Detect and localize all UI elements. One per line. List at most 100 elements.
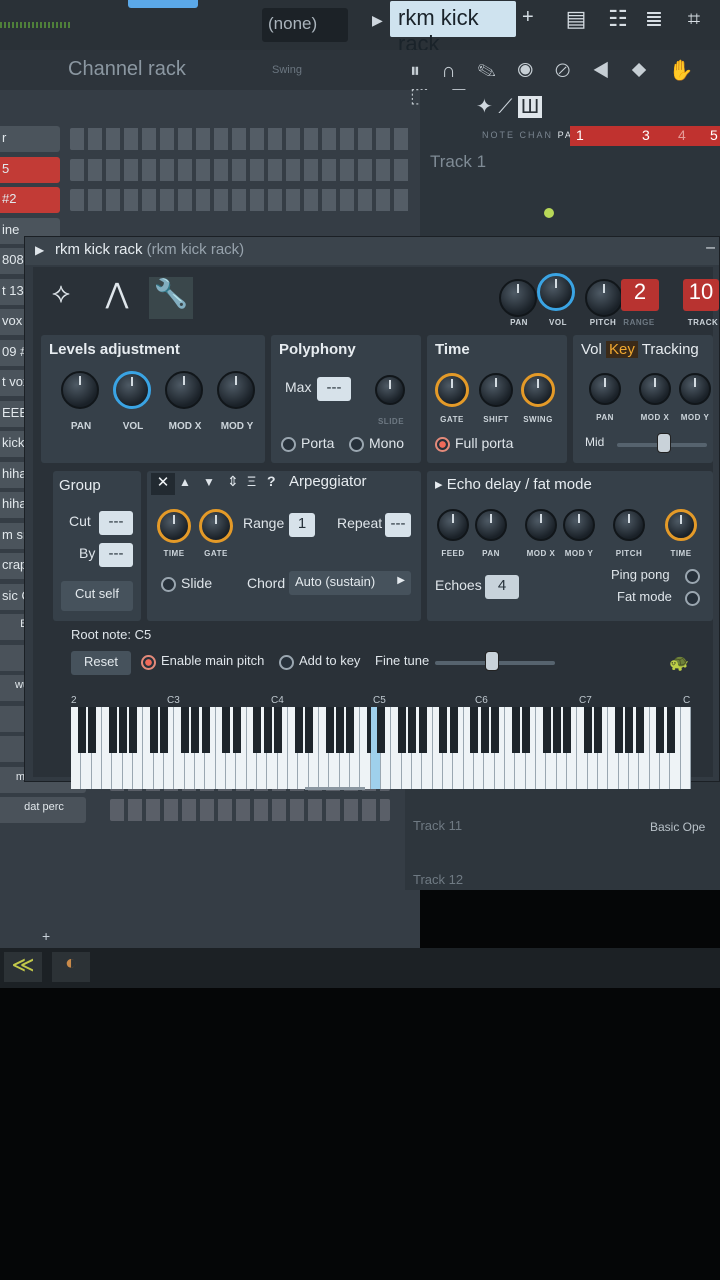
- white-key[interactable]: [133, 707, 144, 789]
- chord-dropdown[interactable]: Auto (sustain) ▶: [289, 571, 411, 595]
- add-channel-button[interactable]: +: [42, 928, 50, 944]
- channel-button[interactable]: #2: [0, 187, 60, 213]
- arp-up-button[interactable]: ▲: [179, 475, 191, 489]
- arp-updown-button[interactable]: ⇕: [227, 473, 239, 490]
- piano-roll-icon[interactable]: ☷: [604, 6, 632, 34]
- levels-mody-knob[interactable]: [217, 371, 255, 409]
- tracking-modx-knob[interactable]: [639, 373, 671, 405]
- arp-slide-radio[interactable]: [161, 577, 176, 592]
- echo-pitch-knob[interactable]: [613, 509, 645, 541]
- echo-pan-knob[interactable]: [475, 509, 507, 541]
- window-menu-arrow-icon[interactable]: ▶: [35, 243, 44, 257]
- white-key[interactable]: [350, 707, 361, 789]
- white-key[interactable]: [278, 707, 288, 789]
- root-note-keyboard[interactable]: [71, 707, 691, 789]
- add-to-key-radio[interactable]: [279, 655, 294, 670]
- tracking-mody-knob[interactable]: [679, 373, 711, 405]
- white-key[interactable]: [567, 707, 578, 789]
- pitch-range-field[interactable]: 2: [621, 279, 659, 311]
- echo-mody-knob[interactable]: [563, 509, 595, 541]
- turtle-icon[interactable]: 🐢: [669, 653, 689, 673]
- arp-gate-knob[interactable]: [199, 509, 233, 543]
- play-arrow-icon[interactable]: ▶: [372, 12, 383, 29]
- arp-sticky-button[interactable]: Ξ: [247, 473, 256, 489]
- arp-time-knob[interactable]: [157, 509, 191, 543]
- tracking-vol-tab[interactable]: Vol: [581, 341, 602, 358]
- levels-modx-knob[interactable]: [165, 371, 203, 409]
- minimize-button[interactable]: –: [706, 239, 715, 257]
- ping-pong-radio[interactable]: [685, 569, 700, 584]
- mono-radio[interactable]: [349, 437, 364, 452]
- channel-vol-knob[interactable]: [537, 273, 575, 311]
- mixer-track-field[interactable]: 10: [683, 279, 719, 311]
- snap-icon[interactable]: ✦ ⟋ Ш: [476, 94, 543, 119]
- cut-by-field[interactable]: ---: [99, 543, 133, 567]
- add-pattern-button[interactable]: +: [522, 6, 534, 29]
- step-sequencer-row[interactable]: [70, 128, 410, 150]
- time-gate-knob[interactable]: [435, 373, 469, 407]
- white-key[interactable]: [495, 707, 505, 789]
- cut-group-field[interactable]: ---: [99, 511, 133, 535]
- window-titlebar[interactable]: ▶ rkm kick rack (rkm kick rack) –: [25, 237, 719, 265]
- step-sequencer-row[interactable]: [110, 799, 390, 821]
- porta-radio[interactable]: [281, 437, 296, 452]
- white-key[interactable]: [598, 707, 609, 789]
- white-key[interactable]: [381, 707, 392, 789]
- channel-pitch-knob[interactable]: [585, 279, 623, 317]
- channel-button[interactable]: r: [0, 126, 60, 152]
- time-shift-knob[interactable]: [479, 373, 513, 407]
- arp-down-button[interactable]: ▼: [203, 475, 215, 489]
- track-12-label[interactable]: Track 12: [413, 872, 463, 887]
- echoes-field[interactable]: 4: [485, 575, 519, 599]
- fl-studio-icon[interactable]: ◐: [52, 952, 90, 982]
- echo-feed-knob[interactable]: [437, 509, 469, 541]
- white-key[interactable]: [205, 707, 216, 789]
- fat-mode-radio[interactable]: [685, 591, 700, 606]
- white-key[interactable]: [453, 707, 464, 789]
- timeline-bar[interactable]: 1 3 4 5: [570, 126, 720, 146]
- pattern-selector[interactable]: (none): [262, 8, 348, 42]
- track-11-label[interactable]: Track 11: [413, 818, 462, 833]
- plugin-tab-waveform-icon[interactable]: ⟡: [39, 277, 83, 319]
- white-key[interactable]: [670, 707, 681, 789]
- white-key[interactable]: [236, 707, 247, 789]
- echo-time-knob[interactable]: [665, 509, 697, 541]
- reset-button[interactable]: Reset: [71, 651, 131, 675]
- levels-pan-knob[interactable]: [61, 371, 99, 409]
- playlist-icon[interactable]: ▤: [562, 6, 590, 34]
- mid-slider-thumb[interactable]: [657, 433, 671, 453]
- arp-range-field[interactable]: 1: [289, 513, 315, 537]
- step-sequencer-row[interactable]: [70, 158, 410, 181]
- max-voices-field[interactable]: ---: [317, 377, 351, 401]
- white-key[interactable]: [422, 707, 433, 789]
- time-swing-knob[interactable]: [521, 373, 555, 407]
- white-key[interactable]: [681, 707, 691, 789]
- keyboard-scrollbar[interactable]: [305, 787, 365, 790]
- nvidia-icon[interactable]: ≪: [4, 952, 42, 982]
- track-led-icon[interactable]: [544, 208, 554, 218]
- white-key[interactable]: [309, 707, 319, 789]
- enable-main-pitch-radio[interactable]: [141, 655, 156, 670]
- arp-off-button[interactable]: ✕: [151, 473, 175, 495]
- channel-rack-icon[interactable]: ≣: [640, 6, 668, 34]
- levels-vol-knob[interactable]: [113, 371, 151, 409]
- tracking-pan-knob[interactable]: [589, 373, 621, 405]
- echo-modx-knob[interactable]: [525, 509, 557, 541]
- echo-expand-arrow-icon[interactable]: ▸: [435, 476, 443, 493]
- white-key[interactable]: [92, 707, 102, 789]
- tracking-key-tab[interactable]: Key: [606, 341, 638, 358]
- full-porta-radio[interactable]: [435, 437, 450, 452]
- channel-button[interactable]: dat perc: [0, 797, 86, 823]
- white-key[interactable]: [639, 707, 650, 789]
- channel-selector[interactable]: rkm kick rack: [390, 1, 516, 56]
- white-key[interactable]: [164, 707, 175, 789]
- misc-tab-wrench-icon[interactable]: 🔧: [149, 277, 193, 319]
- cut-self-button[interactable]: Cut self: [61, 581, 133, 611]
- track-1-label[interactable]: Track 1: [430, 152, 486, 172]
- arp-random-button[interactable]: ?: [267, 473, 276, 489]
- browser-icon[interactable]: ⌗: [680, 6, 708, 34]
- channel-button[interactable]: 5: [0, 156, 60, 183]
- arp-repeat-field[interactable]: ---: [385, 513, 411, 537]
- step-sequencer-row[interactable]: [70, 189, 410, 211]
- envelope-tab-icon[interactable]: ⋀: [95, 277, 139, 319]
